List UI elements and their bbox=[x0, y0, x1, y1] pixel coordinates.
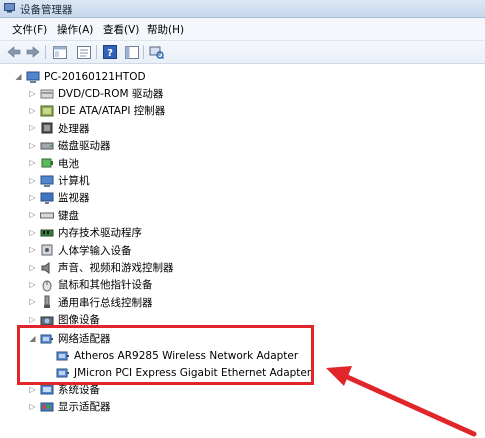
toolbar-separator bbox=[96, 45, 97, 59]
expand-triangle-icon[interactable]: ▷ bbox=[28, 124, 37, 133]
tree-item[interactable]: ▷ 声音、视频和游戏控制器 bbox=[28, 259, 174, 276]
toolbar: ? bbox=[0, 41, 485, 64]
ide-controller-icon bbox=[40, 105, 54, 117]
tree-item[interactable]: ▷ 电池 bbox=[28, 155, 79, 172]
tree-item-label: 人体学输入设备 bbox=[58, 244, 132, 257]
window-title: 设备管理器 bbox=[20, 4, 73, 16]
expand-triangle-icon[interactable]: ▷ bbox=[28, 402, 37, 411]
mouse-icon bbox=[42, 280, 52, 292]
tree-item-label: 通用串行总线控制器 bbox=[58, 296, 153, 309]
tree-item-label: DVD/CD-ROM 驱动器 bbox=[58, 88, 164, 100]
properties-window-icon[interactable] bbox=[76, 44, 92, 60]
tree-item-label: 声音、视频和游戏控制器 bbox=[58, 262, 174, 274]
expand-triangle-icon[interactable]: ▷ bbox=[28, 246, 37, 255]
forward-arrow-icon[interactable] bbox=[25, 44, 41, 60]
tree-item-label: 内存技术驱动程序 bbox=[58, 227, 142, 240]
toolbar-separator bbox=[45, 45, 46, 59]
help-icon[interactable]: ? bbox=[102, 44, 118, 60]
panel-icon[interactable] bbox=[124, 44, 140, 60]
collapse-triangle-icon[interactable]: ◢ bbox=[14, 72, 23, 81]
expand-triangle-icon[interactable]: ▷ bbox=[28, 211, 37, 220]
menu-help[interactable]: 帮助(H) bbox=[147, 22, 184, 37]
tree-item-label: 键盘 bbox=[58, 209, 79, 222]
dvd-drive-icon bbox=[40, 89, 54, 98]
menu-view[interactable]: 查看(V) bbox=[103, 22, 139, 37]
hid-icon bbox=[41, 244, 53, 256]
expand-triangle-icon[interactable]: ▷ bbox=[28, 159, 37, 168]
menu-file[interactable]: 文件(F) bbox=[12, 22, 47, 37]
expand-triangle-icon[interactable]: ▷ bbox=[28, 228, 37, 237]
tree-item[interactable]: ▷ 磁盘驱动器 bbox=[28, 137, 111, 154]
monitor-icon bbox=[40, 192, 54, 204]
tree-item[interactable]: ▷ 鼠标和其他指针设备 bbox=[28, 276, 153, 293]
tree-item-label: 磁盘驱动器 bbox=[58, 140, 111, 153]
expand-triangle-icon[interactable]: ▷ bbox=[28, 89, 37, 98]
battery-icon bbox=[41, 158, 53, 168]
tree-item-label: IDE ATA/ATAPI 控制器 bbox=[58, 105, 166, 118]
scan-hardware-icon[interactable] bbox=[148, 44, 164, 60]
tree-item-label: 电池 bbox=[58, 157, 79, 170]
tree-item[interactable]: ▷ 显示适配器 bbox=[28, 398, 111, 415]
processor-icon bbox=[41, 122, 53, 134]
device-manager-icon bbox=[4, 3, 15, 13]
expand-triangle-icon[interactable]: ▷ bbox=[28, 141, 37, 150]
back-arrow-icon[interactable] bbox=[6, 44, 22, 60]
expand-triangle-icon[interactable]: ▷ bbox=[28, 193, 37, 202]
title-bar: 设备管理器 bbox=[0, 0, 485, 18]
expand-triangle-icon[interactable]: ▷ bbox=[28, 298, 37, 307]
sound-icon bbox=[41, 261, 50, 274]
display-adapter-icon bbox=[40, 402, 54, 412]
keyboard-icon bbox=[40, 212, 54, 219]
tree-item[interactable]: ▷ 监视器 bbox=[28, 189, 90, 206]
disk-drive-icon bbox=[40, 142, 54, 150]
tree-item[interactable]: ▷ IDE ATA/ATAPI 控制器 bbox=[28, 102, 165, 119]
tree-item[interactable]: ▷ 计算机 bbox=[28, 172, 90, 189]
expand-triangle-icon[interactable]: ▷ bbox=[28, 263, 37, 272]
tree-item-label: 计算机 bbox=[58, 175, 90, 187]
tree-item-label: 监视器 bbox=[58, 192, 90, 205]
tree-item[interactable]: ▷ 处理器 bbox=[28, 120, 90, 137]
tree-item[interactable]: ▷ 通用串行总线控制器 bbox=[28, 294, 153, 311]
annotation-highlight-box bbox=[17, 325, 314, 385]
menu-action[interactable]: 操作(A) bbox=[57, 22, 93, 37]
computer-icon bbox=[40, 175, 54, 187]
tree-item-label: 显示适配器 bbox=[58, 401, 111, 414]
expand-triangle-icon[interactable]: ▷ bbox=[28, 385, 37, 394]
tree-item[interactable]: ▷ 人体学输入设备 bbox=[28, 242, 132, 259]
tree-root-label: PC-20160121HTOD bbox=[44, 70, 146, 83]
computer-icon bbox=[26, 71, 40, 83]
expand-triangle-icon[interactable]: ▷ bbox=[28, 280, 37, 289]
tree-item-label: 鼠标和其他指针设备 bbox=[58, 279, 153, 292]
tree-item-label: 处理器 bbox=[58, 122, 90, 135]
memory-tech-icon bbox=[40, 229, 54, 237]
tree-item[interactable]: ▷ 键盘 bbox=[28, 207, 79, 224]
tree-item[interactable]: ▷ 内存技术驱动程序 bbox=[28, 224, 142, 241]
tree-item[interactable]: ▷ DVD/CD-ROM 驱动器 bbox=[28, 85, 163, 102]
expand-triangle-icon[interactable]: ▷ bbox=[28, 106, 37, 115]
usb-icon bbox=[44, 295, 50, 309]
expand-triangle-icon[interactable]: ▷ bbox=[28, 315, 37, 324]
expand-triangle-icon[interactable]: ▷ bbox=[28, 176, 37, 185]
tree-root[interactable]: ◢ PC-20160121HTOD bbox=[14, 68, 146, 85]
svg-text:?: ? bbox=[107, 48, 113, 59]
toolbar-separator bbox=[143, 45, 144, 59]
console-tree-icon[interactable] bbox=[52, 44, 68, 60]
menu-bar: 文件(F) 操作(A) 查看(V) 帮助(H) bbox=[0, 18, 485, 41]
